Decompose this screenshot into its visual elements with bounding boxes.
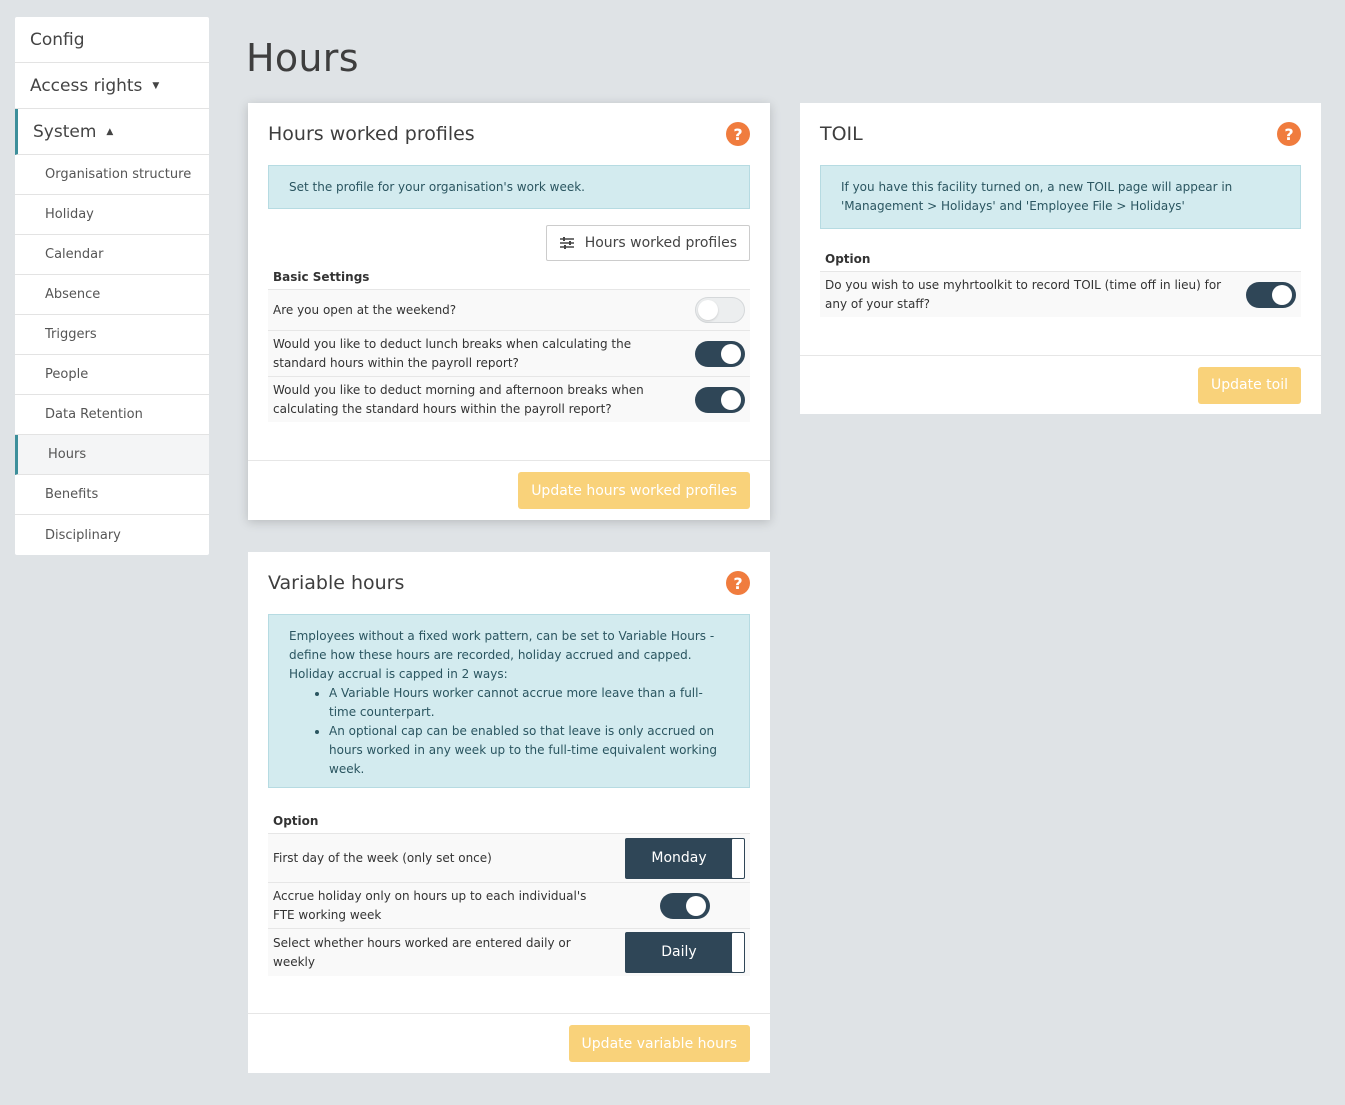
- toggle-cell: [625, 892, 745, 919]
- entry-mode-select[interactable]: Daily: [625, 932, 745, 973]
- sidebar-item-label: Calendar: [45, 247, 104, 262]
- sidebar-item-label: Disciplinary: [45, 527, 121, 543]
- sliders-icon: [559, 237, 574, 249]
- info-text: Set the profile for your organisation's …: [289, 180, 585, 194]
- section-label: Option: [273, 814, 319, 828]
- info-list-item: A Variable Hours worker cannot accrue mo…: [329, 684, 729, 722]
- sidebar-item-organisation-structure[interactable]: Organisation structure: [15, 155, 209, 195]
- update-variable-hours-button[interactable]: Update variable hours: [568, 1025, 750, 1062]
- section-label: Option: [825, 252, 871, 266]
- sidebar-item-triggers[interactable]: Triggers: [15, 315, 209, 355]
- lunch-breaks-toggle[interactable]: [695, 340, 745, 367]
- card-header: Hours worked profiles ?: [248, 103, 770, 165]
- sidebar-item-label: Holiday: [45, 207, 94, 222]
- hours-profiles-card: Hours worked profiles ? Set the profile …: [248, 103, 770, 520]
- sidebar-item-calendar[interactable]: Calendar: [15, 235, 209, 275]
- caret-up-icon: ▲: [106, 126, 114, 137]
- card-footer: Update hours worked profiles: [248, 460, 770, 520]
- sidebar-item-label: People: [45, 367, 89, 382]
- setting-row-lunch-breaks: Would you like to deduct lunch breaks wh…: [268, 330, 750, 376]
- variable-hours-card: Variable hours ? Employees without a fix…: [248, 552, 770, 1073]
- sidebar-item-access-rights[interactable]: Access rights ▼: [15, 63, 209, 109]
- sidebar-item-label: Absence: [45, 287, 101, 302]
- sidebar-item-label: Access rights: [30, 75, 143, 96]
- info-text: If you have this facility turned on, a n…: [841, 180, 1233, 213]
- select-handle: [732, 933, 744, 972]
- card-header: TOIL ?: [800, 103, 1321, 165]
- weekend-toggle[interactable]: [695, 297, 745, 323]
- sidebar-item-label: Data Retention: [45, 407, 143, 422]
- sidebar-item-label: Config: [30, 29, 85, 50]
- info-list-item: An optional cap can be enabled so that l…: [329, 722, 729, 779]
- info-box: If you have this facility turned on, a n…: [820, 165, 1301, 229]
- update-hours-profiles-button[interactable]: Update hours worked profiles: [518, 472, 750, 509]
- sidebar-item-benefits[interactable]: Benefits: [15, 475, 209, 515]
- setting-label: Would you like to deduct lunch breaks wh…: [273, 336, 632, 370]
- accrue-fte-toggle[interactable]: [660, 892, 710, 919]
- sidebar-item-data-retention[interactable]: Data Retention: [15, 395, 209, 435]
- sidebar-item-people[interactable]: People: [15, 355, 209, 395]
- sidebar-item-holiday[interactable]: Holiday: [15, 195, 209, 235]
- hours-worked-profiles-button[interactable]: Hours worked profiles: [545, 225, 750, 261]
- info-box: Employees without a fixed work pattern, …: [268, 614, 750, 788]
- sidebar-item-hours[interactable]: Hours: [15, 435, 209, 475]
- sidebar-item-label: Triggers: [45, 327, 97, 342]
- setting-label: Do you wish to use myhrtoolkit to record…: [825, 277, 1222, 311]
- sidebar-item-system[interactable]: System ▲: [15, 109, 209, 155]
- setting-label: Select whether hours worked are entered …: [273, 935, 571, 969]
- setting-row-first-day: First day of the week (only set once) Mo…: [268, 833, 750, 882]
- help-icon[interactable]: ?: [726, 571, 750, 595]
- card-header: Variable hours ?: [248, 552, 770, 614]
- sidebar-item-config[interactable]: Config: [15, 17, 209, 63]
- info-box: Set the profile for your organisation's …: [268, 165, 750, 209]
- morning-afternoon-breaks-toggle[interactable]: [695, 386, 745, 413]
- card-title: Variable hours: [268, 572, 405, 594]
- sidebar-nav: Config Access rights ▼ System ▲ Organisa…: [15, 17, 209, 555]
- card-footer: Update toil: [800, 355, 1321, 414]
- sidebar-item-label: System: [33, 121, 97, 142]
- sidebar-item-absence[interactable]: Absence: [15, 275, 209, 315]
- help-icon[interactable]: ?: [726, 122, 750, 146]
- setting-label: Accrue holiday only on hours up to each …: [273, 888, 587, 922]
- info-text: Employees without a fixed work pattern, …: [289, 629, 715, 681]
- help-icon[interactable]: ?: [1277, 122, 1301, 146]
- sidebar-item-label: Organisation structure: [45, 167, 192, 182]
- page-title: Hours: [246, 36, 359, 80]
- select-value: Daily: [661, 944, 697, 960]
- setting-row-morning-afternoon-breaks: Would you like to deduct morning and aft…: [268, 376, 750, 422]
- variable-hours-options: Option First day of the week (only set o…: [268, 809, 750, 976]
- sidebar-item-label: Hours: [48, 447, 87, 462]
- basic-settings-table: Basic Settings Are you open at the weeke…: [268, 265, 750, 422]
- card-title: TOIL: [820, 123, 863, 145]
- sidebar-item-label: Benefits: [45, 487, 99, 502]
- setting-row-weekend: Are you open at the weekend?: [268, 289, 750, 330]
- select-handle: [732, 838, 744, 878]
- toil-toggle[interactable]: [1246, 281, 1296, 308]
- button-label: Hours worked profiles: [584, 235, 737, 251]
- update-toil-button[interactable]: Update toil: [1198, 366, 1301, 404]
- setting-row-entry-mode: Select whether hours worked are entered …: [268, 928, 750, 976]
- setting-row-toil: Do you wish to use myhrtoolkit to record…: [820, 271, 1301, 317]
- setting-label: First day of the week (only set once): [273, 850, 492, 865]
- profiles-button-row: Hours worked profiles: [248, 209, 770, 261]
- setting-row-accrue-fte: Accrue holiday only on hours up to each …: [268, 882, 750, 928]
- toil-card: TOIL ? If you have this facility turned …: [800, 103, 1321, 414]
- toil-option-table: Option Do you wish to use myhrtoolkit to…: [820, 247, 1301, 317]
- card-footer: Update variable hours: [248, 1013, 770, 1073]
- section-label: Basic Settings: [273, 270, 370, 284]
- sidebar-item-disciplinary[interactable]: Disciplinary: [15, 515, 209, 555]
- info-list: A Variable Hours worker cannot accrue mo…: [329, 684, 729, 779]
- setting-label: Would you like to deduct morning and aft…: [273, 382, 644, 416]
- caret-down-icon: ▼: [152, 80, 160, 91]
- card-title: Hours worked profiles: [268, 123, 475, 145]
- select-value: Monday: [651, 849, 707, 866]
- first-day-select[interactable]: Monday: [625, 837, 745, 879]
- setting-label: Are you open at the weekend?: [273, 302, 457, 317]
